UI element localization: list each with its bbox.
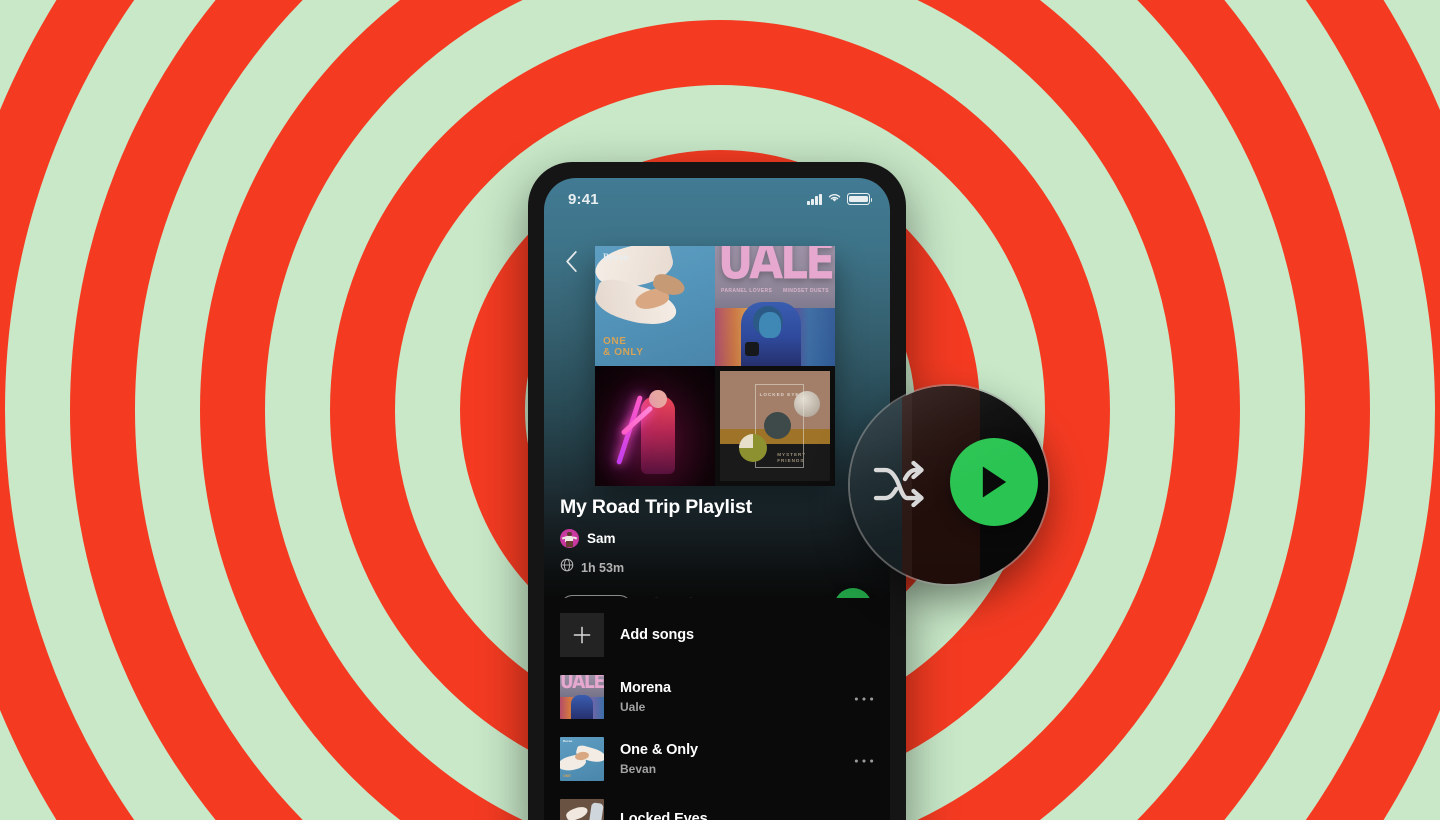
artwork-caption: ONE <box>563 774 571 778</box>
track-text: Morena Uale <box>620 680 846 714</box>
duration-row: 1h 53m <box>560 558 874 577</box>
page-title: My Road Trip Playlist <box>560 496 752 518</box>
table-row[interactable]: UALE Morena Uale <box>560 666 874 728</box>
add-songs-text: Add songs <box>620 627 874 643</box>
track-artwork-morena: UALE <box>560 675 604 719</box>
plus-icon <box>560 613 604 657</box>
track-artwork-locked-eyes <box>560 799 604 820</box>
album-caption-text: ONE & ONLY <box>603 336 644 358</box>
track-list: Add songs UALE Morena Uale Bevan ONE One… <box>544 598 890 820</box>
track-artwork-one-and-only: Bevan ONE <box>560 737 604 781</box>
album-wordmark-uale: UALE <box>717 246 835 292</box>
track-title: Locked Eyes <box>620 811 708 820</box>
album-subtext: PARANEL LOVERS MINDSET DUETS <box>721 288 829 294</box>
playlist-hero: 9:41 Bevan ONE & ONLY UALE PARANEL LOVER… <box>544 178 890 626</box>
track-artist: Bevan <box>620 762 657 776</box>
album-label-locked-eyes: LOCKED EYES <box>759 391 804 397</box>
cover-tile-neon-night <box>595 366 715 486</box>
table-row[interactable]: Locked Eyes <box>560 790 874 820</box>
zoom-lens <box>850 386 1048 584</box>
play-icon <box>982 466 1007 498</box>
more-horizontal-icon[interactable] <box>846 811 874 820</box>
track-text: One & Only Bevan <box>620 742 846 776</box>
more-horizontal-icon[interactable] <box>846 687 874 707</box>
mockup-stage: 9:41 Bevan ONE & ONLY UALE PARANEL LOVER… <box>0 0 1440 820</box>
globe-icon <box>560 558 574 577</box>
status-clock: 9:41 <box>568 190 599 208</box>
artwork-wordmark: UALE <box>560 675 604 694</box>
more-horizontal-icon[interactable] <box>846 749 874 769</box>
add-songs-row[interactable]: Add songs <box>560 604 874 666</box>
play-button[interactable] <box>950 438 1038 526</box>
zoom-lens-content <box>850 386 1048 584</box>
owner-name: Sam <box>587 531 616 546</box>
cover-tile-locked-eyes: LOCKED EYES MYSTERY FRIENDS <box>715 366 835 486</box>
playlist-duration: 1h 53m <box>581 560 625 575</box>
album-brand-text: Bevan <box>603 252 630 262</box>
owner-row[interactable]: Sam <box>560 529 874 548</box>
album-label-mystery-friends: MYSTERY FRIENDS <box>777 452 807 464</box>
wifi-icon <box>827 190 842 208</box>
track-text: Locked Eyes <box>620 811 846 820</box>
screen-scroll-area[interactable]: 9:41 Bevan ONE & ONLY UALE PARANEL LOVER… <box>544 178 890 820</box>
playlist-cover-collage[interactable]: Bevan ONE & ONLY UALE PARANEL LOVERS MIN… <box>595 246 835 486</box>
track-artist: Uale <box>620 700 646 714</box>
battery-full-icon <box>847 193 873 205</box>
track-title: Morena <box>620 680 671 696</box>
table-row[interactable]: Bevan ONE One & Only Bevan <box>560 728 874 790</box>
track-title: One & Only <box>620 742 698 758</box>
phone-screen: 9:41 Bevan ONE & ONLY UALE PARANEL LOVER… <box>544 178 890 820</box>
avatar <box>560 529 579 548</box>
status-bar: 9:41 <box>544 178 890 214</box>
status-icons <box>807 190 873 208</box>
cover-tile-one-and-only: Bevan ONE & ONLY <box>595 246 715 366</box>
artwork-brand: Bevan <box>563 739 573 743</box>
shuffle-icon[interactable] <box>870 452 934 516</box>
signal-bars-icon <box>807 193 822 205</box>
cover-tile-uale: UALE PARANEL LOVERS MINDSET DUETS <box>715 246 835 366</box>
add-songs-label: Add songs <box>620 627 695 643</box>
back-button[interactable] <box>554 244 588 278</box>
